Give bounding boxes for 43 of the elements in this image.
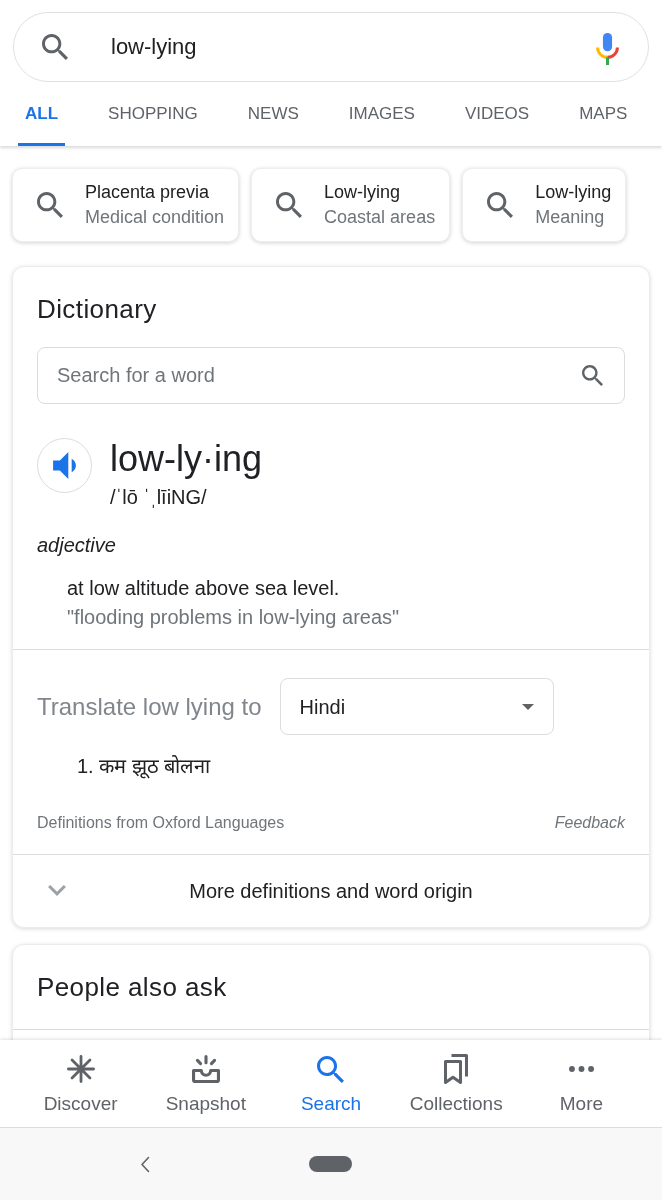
speaker-icon xyxy=(53,452,76,479)
related-search-chip[interactable]: Placenta previa Medical condition xyxy=(12,168,240,242)
tray-icon xyxy=(190,1055,221,1083)
search-icon xyxy=(582,365,603,386)
translate-label: Translate low lying to xyxy=(37,691,262,722)
search-tab[interactable]: IMAGES xyxy=(341,82,422,146)
search-icon xyxy=(37,192,63,218)
search-tab[interactable]: NEWS xyxy=(240,82,306,146)
more-dots-icon xyxy=(568,1066,594,1072)
bottom-nav-item[interactable]: Snapshot xyxy=(143,1040,269,1127)
asterisk-icon xyxy=(66,1055,95,1083)
search-icon xyxy=(317,1055,345,1083)
related-search-chip[interactable]: Low-lying Coastal areas xyxy=(251,168,451,242)
bottom-nav-item[interactable]: Search xyxy=(268,1040,394,1127)
word-search-field[interactable]: Search for a word xyxy=(37,347,625,404)
search-tab[interactable]: SHOPPING xyxy=(101,82,205,146)
headword: low-ly·ing xyxy=(110,438,263,480)
microphone-icon[interactable] xyxy=(596,33,619,65)
home-pill-button[interactable] xyxy=(309,1156,352,1172)
search-field[interactable]: low-lying xyxy=(13,12,649,82)
caret-icon xyxy=(521,703,534,710)
bottom-nav-item[interactable]: Collections xyxy=(393,1040,519,1127)
translation-text: 1. कम झूठ बोलना xyxy=(77,754,211,780)
language-select[interactable]: Hindi xyxy=(279,678,554,735)
related-search-chip[interactable]: Low-lying Meaning xyxy=(462,168,627,242)
more-definitions-button[interactable]: More definitions and word origin xyxy=(13,854,649,927)
search-icon xyxy=(487,192,514,218)
example-text: "flooding problems in low-lying areas" xyxy=(67,605,400,630)
search-icon xyxy=(42,34,68,60)
bottom-nav-item[interactable]: More xyxy=(518,1040,644,1127)
back-icon[interactable] xyxy=(140,1155,150,1173)
source-text: Definitions from Oxford Languages xyxy=(37,813,285,833)
part-of-speech: adjective xyxy=(37,533,116,558)
search-tab[interactable]: MAPS xyxy=(572,82,635,146)
card-title: People also ask xyxy=(37,971,227,1003)
search-tab[interactable]: VIDEOS xyxy=(457,82,537,146)
bottom-nav-item[interactable]: Discover xyxy=(18,1040,144,1127)
card-title: Dictionary xyxy=(37,293,157,325)
search-icon xyxy=(276,192,303,218)
definition-text: at low altitude above sea level. xyxy=(67,576,340,601)
phonetic-text: /ˈlō ˈˌlīiNG/ xyxy=(110,485,207,510)
feedback-link[interactable]: Feedback xyxy=(554,812,625,834)
bookmarks-icon xyxy=(444,1054,469,1084)
